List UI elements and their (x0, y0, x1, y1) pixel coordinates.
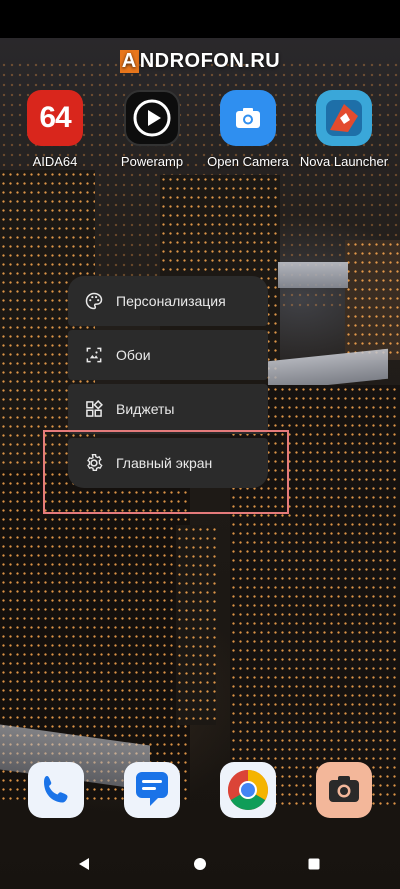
home-button[interactable] (190, 854, 210, 874)
tower-narrow (176, 525, 216, 725)
nova-launcher-icon (316, 90, 372, 146)
recents-square-icon (308, 858, 320, 870)
watermark-letter: A (119, 50, 139, 73)
watermark-text: NDROFON.RU (139, 50, 281, 72)
app-poweramp[interactable]: Poweramp (102, 90, 202, 169)
camera-icon (220, 90, 276, 146)
widgets-icon (84, 399, 104, 419)
camera-app-icon (316, 762, 372, 818)
menu-item-personalization[interactable]: Персонализация (68, 276, 268, 326)
menu-item-widgets[interactable]: Виджеты (68, 384, 268, 434)
back-button[interactable] (74, 854, 94, 874)
app-open-camera[interactable]: Open Camera (198, 90, 298, 169)
dock (0, 762, 400, 820)
chrome-icon (220, 762, 276, 818)
snowy-roof (278, 262, 348, 288)
menu-item-label: Персонализация (116, 293, 226, 309)
dock-messages[interactable] (124, 762, 180, 818)
dock-camera[interactable] (316, 762, 372, 818)
dock-chrome[interactable] (220, 762, 276, 818)
highlight-frame (43, 430, 289, 514)
app-label: Nova Launcher (299, 154, 389, 169)
home-circle-icon (194, 858, 206, 870)
poweramp-icon (124, 90, 180, 146)
dock-phone[interactable] (28, 762, 84, 818)
aida64-icon: 64 (27, 90, 83, 146)
app-label: AIDA64 (32, 154, 78, 169)
back-triangle-icon (79, 858, 89, 870)
menu-item-label: Виджеты (116, 401, 175, 417)
status-bar (0, 0, 400, 38)
phone-icon (28, 762, 84, 818)
building-right (345, 240, 400, 360)
app-label: Open Camera (207, 154, 289, 169)
app-aida64[interactable]: 64 AIDA64 (5, 90, 105, 169)
wallpaper-icon (84, 345, 104, 365)
site-watermark: A NDROFON.RU (0, 50, 400, 73)
aida64-badge: 64 (39, 101, 71, 134)
recents-button[interactable] (304, 854, 324, 874)
app-nova-launcher[interactable]: Nova Launcher (294, 90, 394, 169)
app-label: Poweramp (120, 154, 184, 169)
palette-icon (84, 291, 104, 311)
menu-item-wallpaper[interactable]: Обои (68, 330, 268, 380)
menu-item-label: Обои (116, 347, 151, 363)
messages-icon (124, 762, 180, 818)
navigation-bar (0, 838, 400, 889)
